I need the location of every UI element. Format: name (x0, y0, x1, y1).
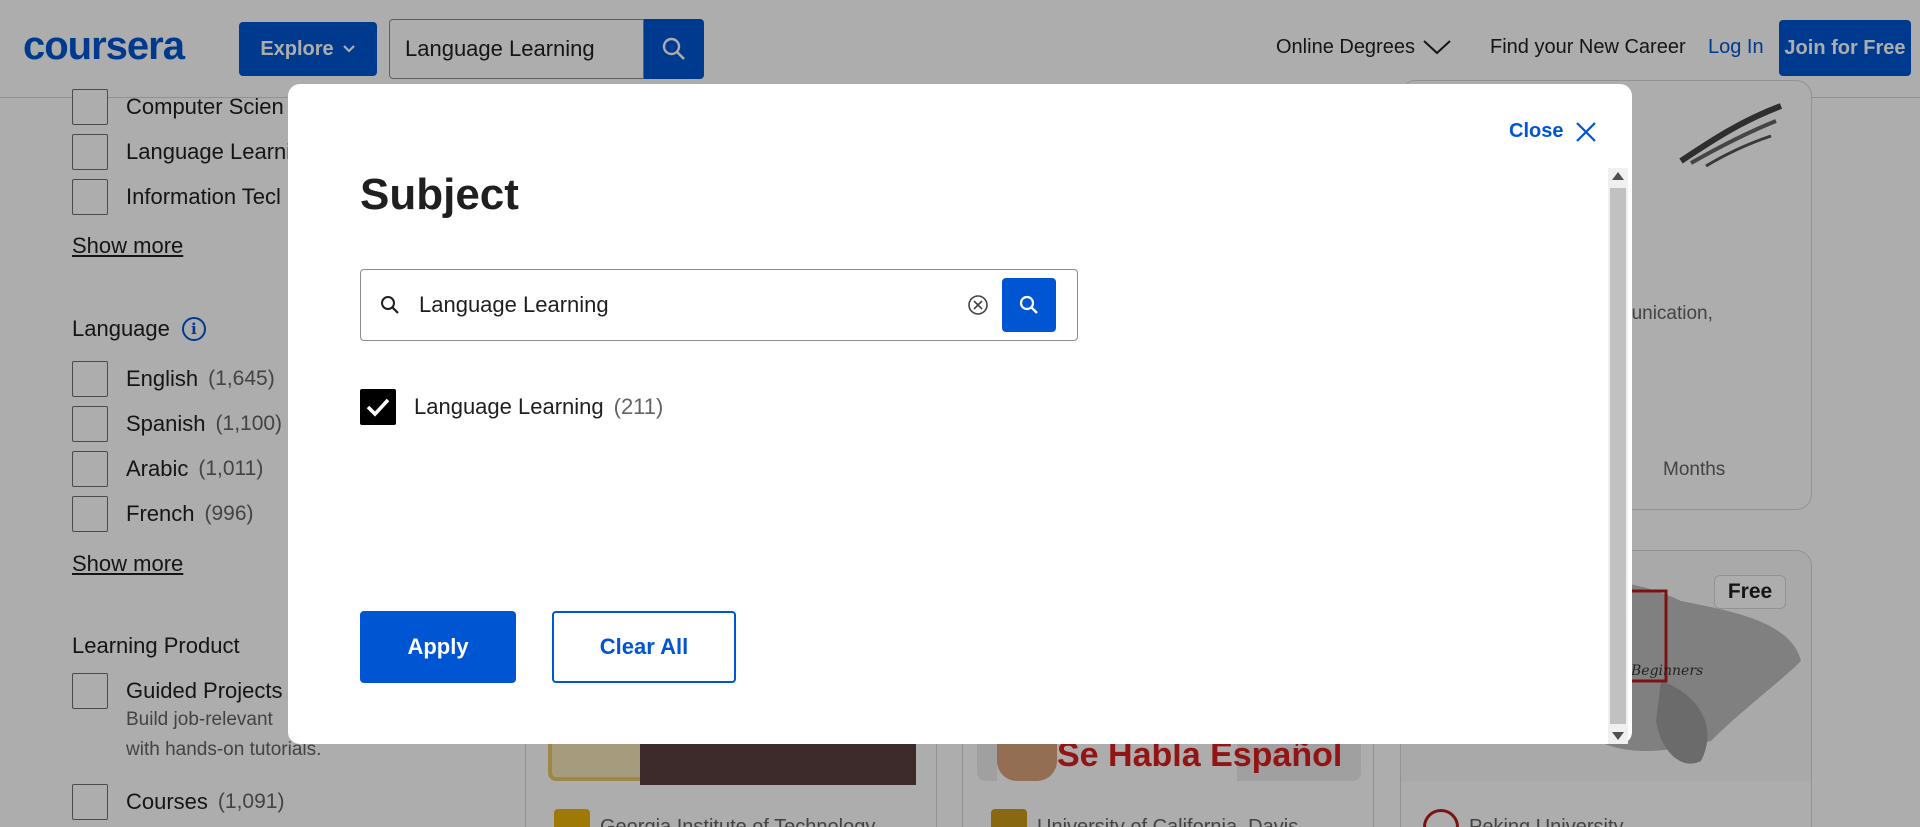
close-icon (1576, 121, 1597, 142)
subject-search-button[interactable] (1002, 278, 1056, 332)
subject-search-box (360, 269, 1078, 341)
checkbox-checked[interactable] (360, 389, 396, 425)
modal-scrollbar[interactable] (1608, 168, 1628, 744)
close-button[interactable]: Close (1509, 120, 1597, 143)
modal-title: Subject (360, 170, 519, 219)
subject-option-label: Language Learning (414, 394, 604, 419)
subject-option-row[interactable]: Language Learning (211) (360, 389, 663, 425)
scroll-down-arrow[interactable] (1612, 732, 1624, 740)
clear-all-button[interactable]: Clear All (552, 611, 736, 683)
close-label: Close (1509, 120, 1564, 142)
search-icon (381, 296, 399, 314)
search-icon (1019, 295, 1038, 314)
subject-option-count: (211) (613, 394, 664, 419)
apply-button[interactable]: Apply (360, 611, 516, 683)
subject-filter-modal: Close Subject Language Learning (211) Ap… (288, 84, 1632, 744)
checkmark-icon (366, 398, 390, 417)
scroll-thumb[interactable] (1610, 188, 1626, 724)
subject-search-input[interactable] (419, 270, 939, 340)
clear-search-icon[interactable] (967, 294, 989, 316)
scroll-up-arrow[interactable] (1612, 172, 1624, 180)
